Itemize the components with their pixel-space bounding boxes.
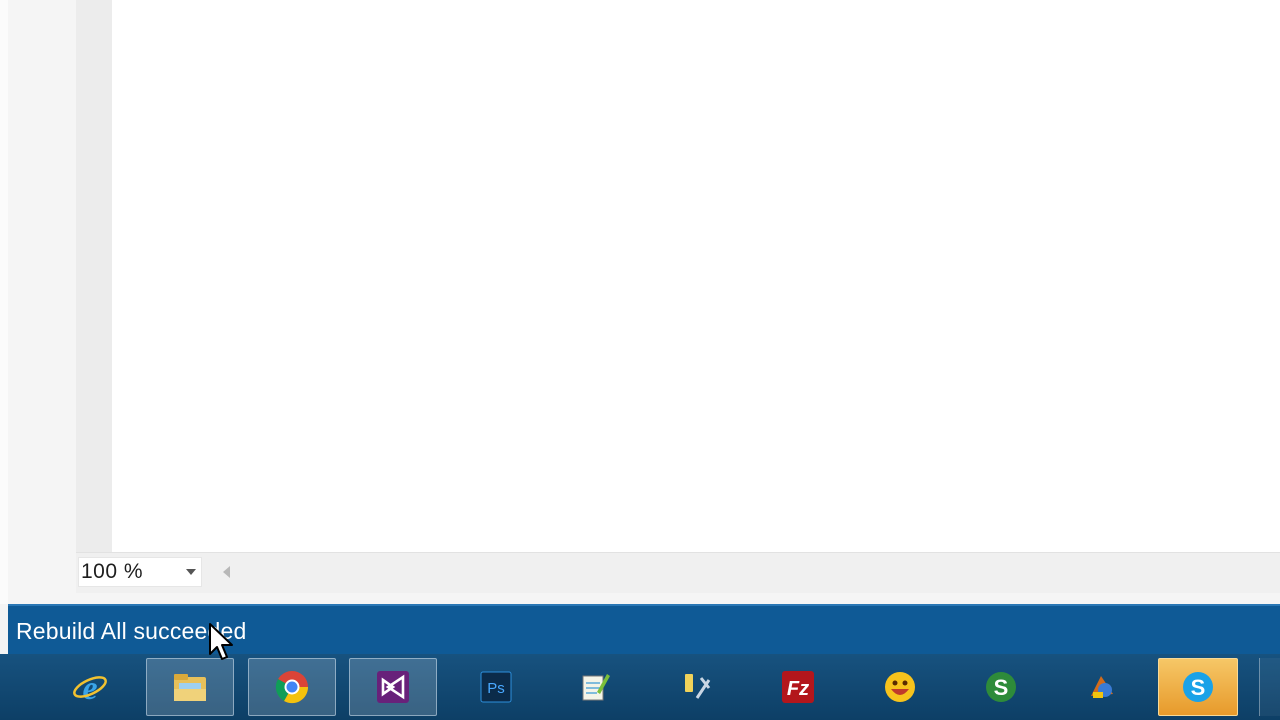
internet-explorer-icon: e [70, 667, 110, 707]
taskbar: e Ps Fz S S [0, 654, 1280, 720]
svg-text:e: e [82, 670, 97, 706]
zoom-dropdown[interactable]: 100 % [78, 557, 202, 587]
chevron-down-icon[interactable] [183, 564, 199, 580]
taskbar-visual-studio[interactable] [349, 658, 437, 716]
taskbar-file-explorer[interactable] [146, 658, 234, 716]
s-app-icon: S [981, 667, 1021, 707]
notepad-icon [574, 667, 614, 707]
photoshop-icon: Ps [476, 667, 516, 707]
svg-text:S: S [994, 675, 1009, 700]
status-bar: Rebuild All succeeded [8, 604, 1280, 654]
taskbar-skype[interactable]: S [1158, 658, 1238, 716]
editor-canvas[interactable] [112, 0, 1280, 552]
taskbar-filezilla[interactable]: Fz [754, 658, 842, 716]
visual-studio-icon [373, 667, 413, 707]
editor-gutter [76, 0, 112, 552]
chrome-icon [272, 667, 312, 707]
window-left-edge [0, 0, 8, 604]
app-icon [1082, 667, 1122, 707]
scroll-left-arrow-icon[interactable] [218, 563, 234, 581]
svg-text:Fz: Fz [787, 678, 809, 700]
svg-text:Ps: Ps [487, 680, 505, 697]
editor-bottom-bar [76, 552, 1280, 593]
taskbar-photoshop[interactable]: Ps [452, 658, 540, 716]
taskbar-chrome[interactable] [248, 658, 336, 716]
tools-icon [676, 667, 716, 707]
taskbar-tools[interactable] [652, 658, 740, 716]
taskbar-yahoo-messenger[interactable] [856, 658, 944, 716]
svg-text:S: S [1191, 675, 1206, 700]
mouse-cursor-icon [209, 623, 233, 660]
taskbar-internet-explorer[interactable]: e [46, 658, 134, 716]
taskbar-notepad[interactable] [550, 658, 638, 716]
yahoo-messenger-icon [880, 667, 920, 707]
taskbar-app[interactable] [1058, 658, 1146, 716]
show-desktop-button[interactable] [1259, 658, 1280, 716]
skype-icon: S [1178, 667, 1218, 707]
file-explorer-icon [170, 667, 210, 707]
filezilla-icon: Fz [778, 667, 818, 707]
taskbar-s-app[interactable]: S [957, 658, 1045, 716]
zoom-value: 100 % [81, 560, 144, 583]
